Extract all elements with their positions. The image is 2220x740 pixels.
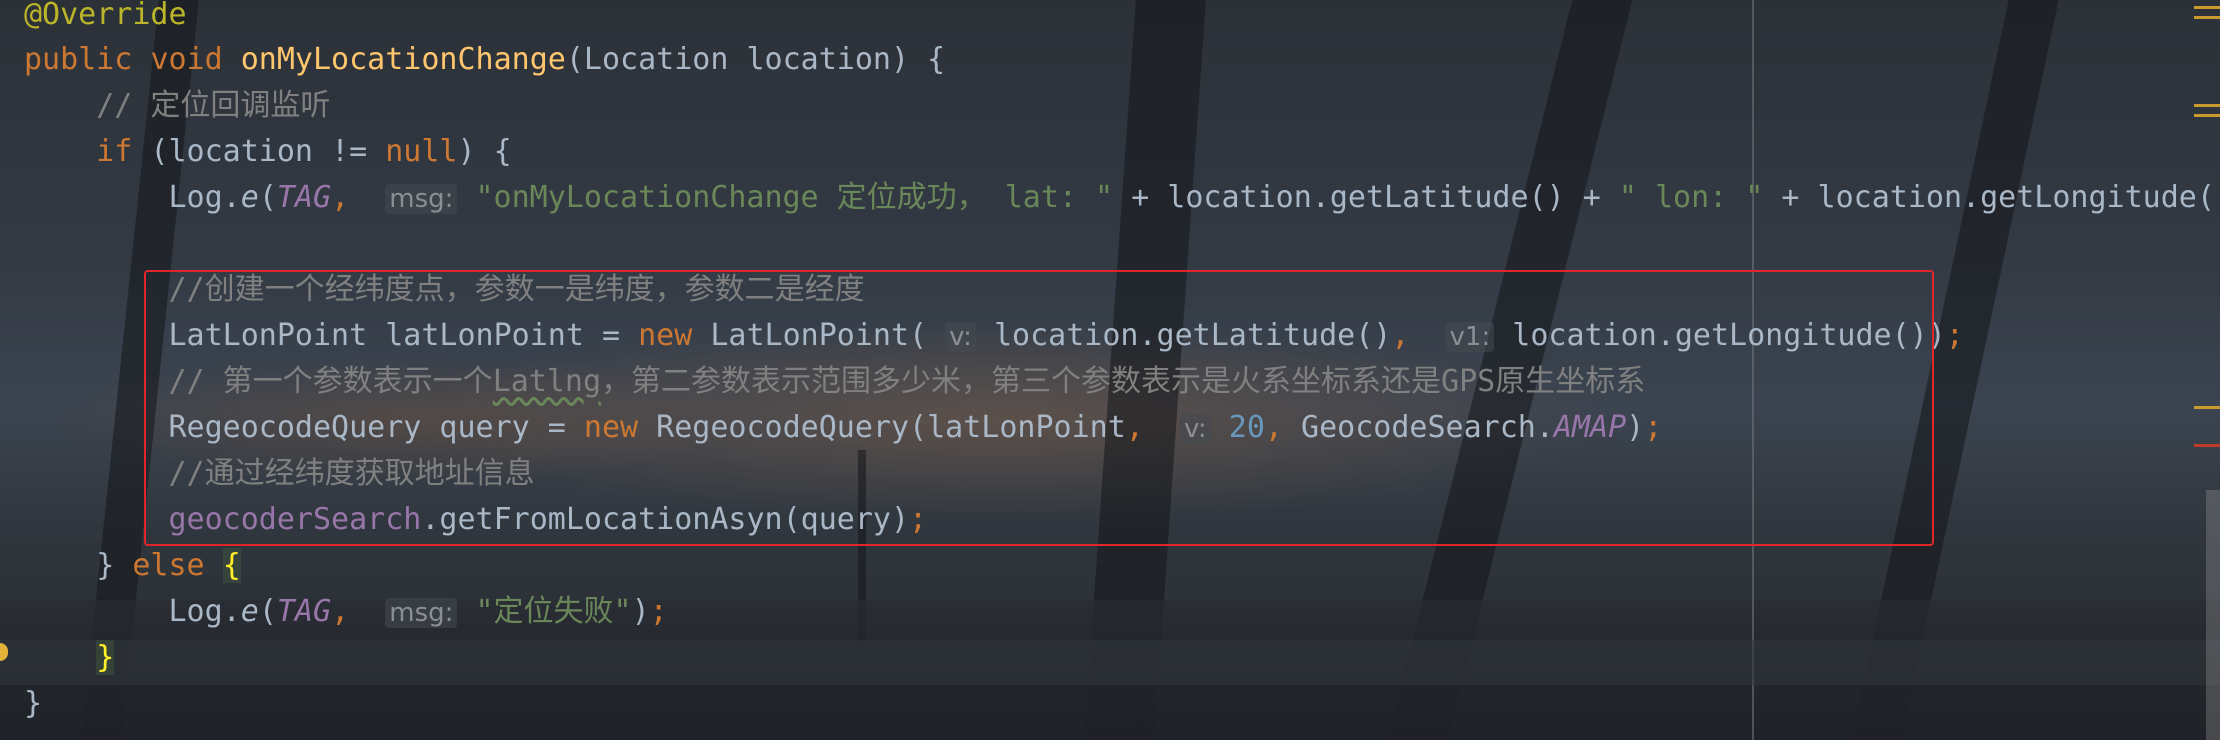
- method-name: onMyLocationChange: [240, 42, 566, 77]
- code-line-14[interactable]: Log.e(TAG, msg: "定位失败");: [24, 592, 668, 632]
- vertical-scrollbar-thumb[interactable]: [2206, 490, 2220, 740]
- highlight-box: [144, 270, 1934, 546]
- code-line-2[interactable]: public void onMyLocationChange(Location …: [24, 40, 945, 80]
- error-stripe-marker[interactable]: [2194, 444, 2220, 447]
- param-hint: msg:: [385, 184, 458, 214]
- error-stripe-marker[interactable]: [2194, 16, 2220, 19]
- error-stripe-marker[interactable]: [2194, 406, 2220, 409]
- code-line-5[interactable]: Log.e(TAG, msg: "onMyLocationChange 定位成功…: [24, 178, 2220, 218]
- code-line-3[interactable]: // 定位回调监听: [24, 86, 330, 126]
- code-line-15[interactable]: }: [24, 638, 115, 678]
- code-line-13[interactable]: } else {: [24, 546, 241, 586]
- matched-brace: {: [222, 548, 241, 583]
- error-stripe-marker[interactable]: [2194, 114, 2220, 117]
- param-hint: msg:: [385, 598, 458, 628]
- code-line-4[interactable]: if (location != null) {: [24, 132, 511, 172]
- error-stripe-marker[interactable]: [2194, 104, 2220, 107]
- matched-brace: }: [96, 640, 115, 675]
- code-line-1[interactable]: @Override: [24, 0, 187, 35]
- code-line-16[interactable]: }: [24, 684, 42, 724]
- error-stripe-marker[interactable]: [2194, 6, 2220, 9]
